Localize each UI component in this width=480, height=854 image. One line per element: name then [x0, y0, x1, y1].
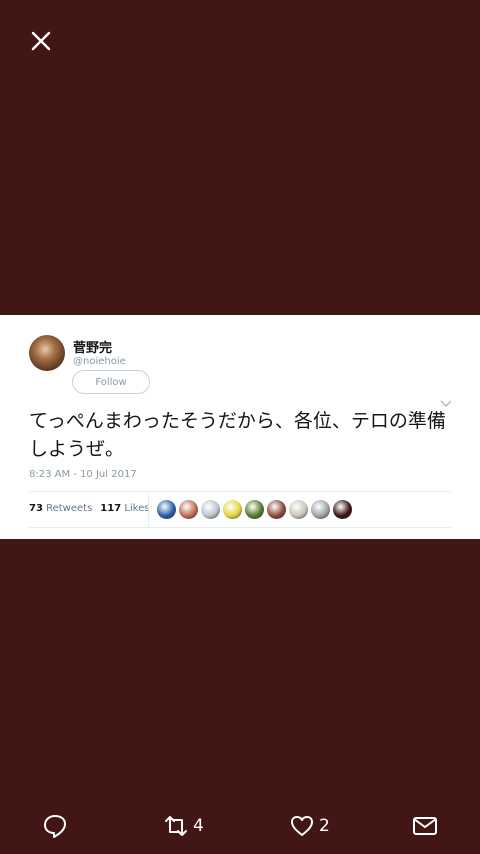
likes-count: 117	[100, 503, 122, 514]
reply-icon	[44, 815, 66, 838]
likes-label: Likes	[124, 503, 150, 514]
retweets-label: Retweets	[46, 503, 93, 514]
divider	[29, 527, 451, 528]
action-toolbar: 4 2	[0, 800, 480, 854]
retweets-count: 73	[29, 503, 43, 514]
liker-avatar	[333, 500, 352, 519]
retweet-count: 4	[193, 816, 204, 836]
divider	[148, 493, 149, 527]
liker-avatar	[179, 500, 198, 519]
retweet-button[interactable]: 4	[163, 812, 204, 840]
direct-message-button[interactable]	[412, 812, 438, 840]
like-count: 2	[319, 816, 330, 836]
tweet-text: てっぺんまわったそうだから、各位、テロの準備しようぜ。	[29, 410, 446, 460]
display-name: 菅野完	[73, 341, 113, 356]
divider	[29, 491, 451, 492]
liker-avatar	[157, 500, 176, 519]
engagement-stats: 73 Retweets 117 Likes	[29, 503, 150, 514]
heart-icon	[291, 816, 313, 836]
reply-button[interactable]	[42, 812, 68, 840]
liker-avatar	[223, 500, 242, 519]
avatar	[29, 335, 65, 371]
mail-icon	[413, 817, 437, 835]
liker-avatars	[157, 500, 352, 519]
close-button[interactable]	[26, 26, 56, 56]
liker-avatar	[311, 500, 330, 519]
retweet-icon	[165, 816, 187, 836]
timestamp: 8:23 AM - 10 Jul 2017	[29, 469, 137, 480]
liker-avatar	[201, 500, 220, 519]
tweet-screenshot: 菅野完 @noiehoie Follow てっぺんまわったそうだから、各位、テロ…	[0, 315, 480, 539]
liker-avatar	[245, 500, 264, 519]
follow-button: Follow	[72, 370, 150, 394]
liker-avatar	[267, 500, 286, 519]
liker-avatar	[289, 500, 308, 519]
handle: @noiehoie	[73, 356, 126, 367]
close-icon	[31, 31, 51, 51]
like-button[interactable]: 2	[289, 812, 330, 840]
